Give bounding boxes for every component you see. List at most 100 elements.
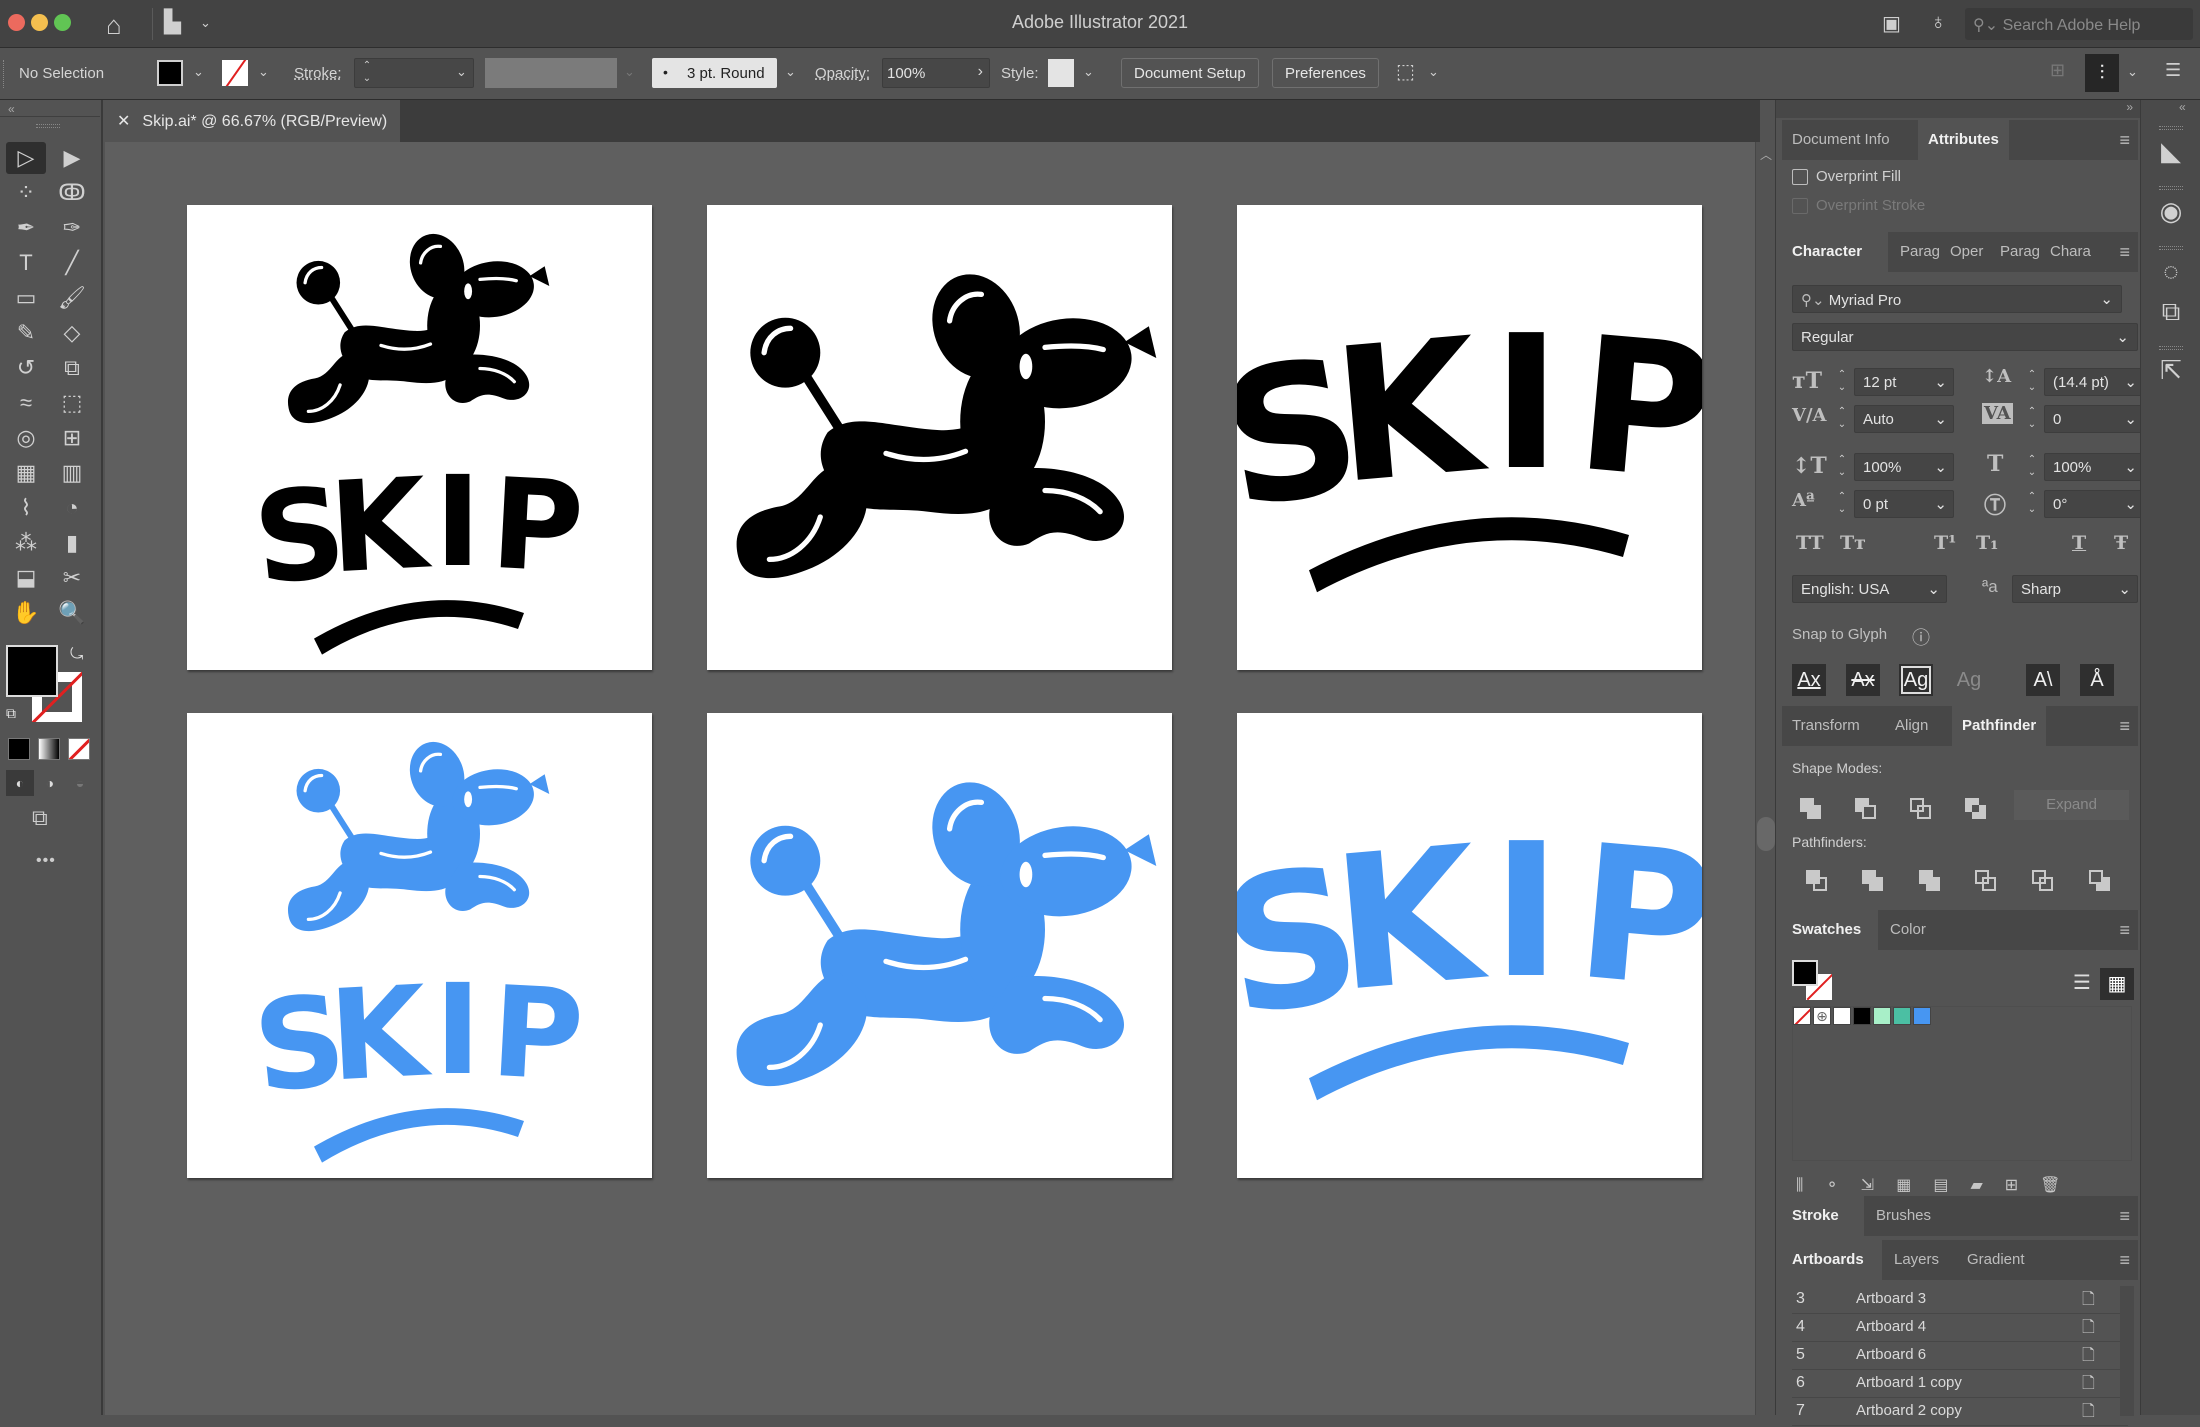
rotation-stepper[interactable]: ⌃ ⌄ — [2022, 490, 2042, 518]
direct-selection-tool-icon[interactable]: ▶ — [52, 142, 92, 174]
chevron-down-icon[interactable]: ⌄ — [1934, 495, 1947, 513]
stroke-label[interactable]: Stroke: — [294, 65, 342, 82]
edit-toolbar-button[interactable]: ••• — [36, 852, 56, 870]
tab-stroke[interactable]: Stroke — [1782, 1196, 1864, 1236]
artboard-4[interactable]: SKIP — [187, 713, 652, 1178]
select-similar-chevron[interactable]: ⌄ — [1428, 64, 1439, 80]
eyedropper-tool-icon[interactable]: ⌇ — [6, 492, 46, 524]
artboard-name[interactable]: Artboard 3 — [1856, 1290, 1926, 1307]
panel-menu-icon[interactable]: ≡ — [2119, 242, 2130, 263]
brush-chevron[interactable]: ⌄ — [785, 64, 796, 80]
expand-dock-icon[interactable]: » — [2126, 100, 2133, 114]
rotate-tool-icon[interactable]: ↺ — [6, 352, 46, 384]
thumbnail-view-icon[interactable]: ▦ — [2100, 968, 2134, 1000]
artboard-name[interactable]: Artboard 2 copy — [1856, 1402, 1962, 1419]
artboard-options-icon[interactable]: 🗋 — [2082, 1316, 2095, 1343]
chevron-down-icon[interactable]: ⌄ — [1934, 458, 1947, 476]
tab-attributes[interactable]: Attributes — [1918, 120, 2009, 160]
overprint-stroke-checkbox[interactable] — [1792, 198, 1808, 214]
chevron-down-icon[interactable]: ⌄ — [2124, 373, 2137, 391]
expand-button[interactable]: Expand — [2014, 790, 2129, 820]
change-screen-mode-icon[interactable]: ⧉ — [32, 805, 48, 831]
intersect-icon[interactable] — [1910, 798, 1932, 820]
swatch-options-icon[interactable]: ▦ — [1896, 1177, 1933, 1194]
artboard-1[interactable]: SKIP — [187, 205, 652, 670]
subscript-button[interactable]: T₁ — [1976, 532, 1998, 554]
toolbar-grip[interactable] — [36, 124, 60, 128]
selection-tool-icon[interactable]: ▷ — [6, 142, 46, 174]
magic-wand-tool-icon[interactable]: ⁘ — [6, 177, 46, 209]
artboard-3[interactable]: SKIP — [1237, 205, 1702, 670]
search-adobe-help-input[interactable]: ⚲⌄ Search Adobe Help — [1965, 8, 2193, 40]
pen-tool-icon[interactable]: ✒ — [6, 212, 46, 244]
scrollbar-thumb[interactable] — [1757, 817, 1775, 851]
default-fill-stroke-icon[interactable]: ⧉ — [6, 705, 16, 722]
style-chevron[interactable]: ⌄ — [1083, 64, 1094, 80]
strip-grip[interactable] — [2159, 346, 2183, 350]
artboard-options-icon[interactable]: 🗋 — [2082, 1288, 2095, 1315]
perspective-grid-tool-icon[interactable]: ⊞ — [52, 422, 92, 454]
variable-width-chevron[interactable]: ⌄ — [624, 64, 635, 80]
minus-back-icon[interactable] — [2089, 870, 2111, 892]
tab-character-styles[interactable]: Chara — [2040, 232, 2101, 272]
overprint-fill-checkbox[interactable] — [1792, 169, 1808, 185]
minus-front-icon[interactable] — [1855, 798, 1877, 820]
strip-grip[interactable] — [2159, 246, 2183, 250]
underline-button[interactable]: T — [2072, 532, 2086, 554]
antialiasing-field[interactable]: Sharp ⌄ — [2012, 575, 2138, 603]
crop-icon[interactable] — [1975, 870, 1997, 892]
snap-chevron[interactable]: ⌄ — [2127, 64, 2138, 80]
brush-definition-field[interactable]: • 3 pt. Round — [652, 58, 777, 88]
rectangle-tool-icon[interactable]: ▭ — [6, 282, 46, 314]
close-tab-icon[interactable]: ✕ — [117, 113, 130, 130]
swatch-color[interactable] — [1833, 1007, 1851, 1025]
tracking-stepper[interactable]: ⌃ ⌄ — [2022, 405, 2042, 433]
opacity-label[interactable]: Opacity: — [815, 65, 870, 82]
snap-baseline-button[interactable]: Ax — [1792, 664, 1826, 696]
fill-color-swatch[interactable] — [157, 60, 183, 86]
opacity-field[interactable]: 100% › — [882, 58, 990, 88]
artboard-2[interactable] — [707, 205, 1172, 670]
font-size-stepper[interactable]: ⌃ ⌄ — [1832, 368, 1852, 396]
none-mode-button[interactable] — [68, 738, 90, 760]
grip-handle[interactable] — [3, 60, 6, 88]
stroke-color-swatch[interactable] — [222, 60, 248, 86]
swatch-none[interactable] — [1793, 1007, 1811, 1025]
kerning-stepper[interactable]: ⌃ ⌄ — [1832, 405, 1852, 433]
baseline-shift-stepper[interactable]: ⌃ ⌄ — [1832, 490, 1852, 518]
vertical-scale-field[interactable]: 100% ⌄ — [1854, 453, 1954, 481]
font-style-chevron[interactable]: ⌄ — [2116, 328, 2129, 346]
snap-to-pixel-icon[interactable]: ⫶ — [2085, 54, 2119, 92]
tab-pathfinder[interactable]: Pathfinder — [1952, 706, 2047, 746]
collapse-toolbar-icon[interactable]: « — [8, 102, 15, 116]
gradient-tool-icon[interactable]: ▥ — [52, 457, 92, 489]
slice-tool-icon[interactable]: ✂ — [52, 562, 92, 594]
list-view-icon[interactable]: ☰ — [2067, 968, 2097, 998]
exclude-icon[interactable] — [1965, 798, 1987, 820]
chevron-down-icon[interactable]: ⌄ — [1927, 580, 1940, 598]
delete-swatch-icon[interactable]: 🗑 — [2040, 1177, 2082, 1194]
font-size-field[interactable]: 12 pt ⌄ — [1854, 368, 1954, 396]
artboard-list-row[interactable]: 5 Artboard 6 🗋 — [1792, 1342, 2128, 1370]
document-tab[interactable]: ✕ Skip.ai* @ 66.67% (RGB/Preview) — [105, 100, 400, 142]
artboard-options-icon[interactable]: 🗋 — [2082, 1344, 2095, 1371]
panel-list-icon[interactable]: ☰ — [2165, 60, 2181, 81]
panel-menu-icon[interactable]: ≡ — [2119, 1206, 2130, 1227]
tab-document-info[interactable]: Document Info — [1782, 120, 1900, 160]
artboard-tool-icon[interactable]: ⬓ — [6, 562, 46, 594]
leading-stepper[interactable]: ⌃ ⌄ — [2022, 368, 2042, 396]
artboard-list-row[interactable]: 6 Artboard 1 copy 🗋 — [1792, 1370, 2128, 1398]
canvas[interactable]: SKIP SKIP SKIP SKIP — [105, 142, 1755, 1415]
warp-tool-icon[interactable]: ≈ — [6, 387, 46, 419]
snap-x-height-button[interactable]: Ax — [1846, 664, 1880, 696]
divide-icon[interactable] — [1806, 870, 1828, 892]
lightbulb-icon[interactable]: ♁ — [1930, 9, 1947, 35]
chevron-down-icon[interactable]: ⌄ — [1934, 410, 1947, 428]
line-segment-tool-icon[interactable]: ╱ — [52, 247, 92, 279]
stroke-weight-chevron[interactable]: ⌄ — [456, 64, 467, 80]
tab-character[interactable]: Character — [1782, 232, 1888, 272]
chevron-down-icon[interactable]: ⌄ — [2118, 580, 2131, 598]
preferences-button[interactable]: Preferences — [1272, 58, 1379, 88]
shape-builder-tool-icon[interactable]: ◎ — [6, 422, 46, 454]
swatch-color[interactable] — [1873, 1007, 1891, 1025]
